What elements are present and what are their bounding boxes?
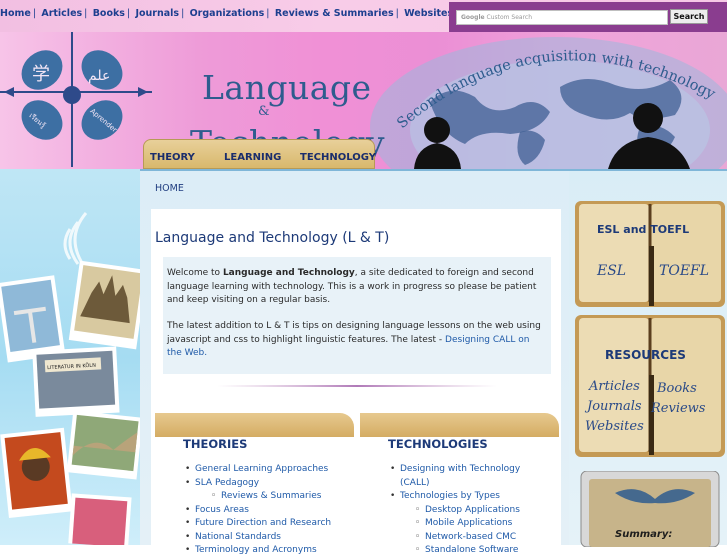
theories-list: General Learning Approaches SLA Pedagogy…	[185, 463, 331, 558]
list-item-standalone-software[interactable]: Standalone Software	[415, 544, 550, 558]
main-column: HOME Language and Technology (L & T) Wel…	[140, 169, 569, 557]
search-input[interactable]: Google Custom Search	[456, 10, 668, 25]
emblem-word-2: علم	[88, 68, 110, 84]
nav-separator: |	[181, 8, 185, 19]
technologies-title: TECHNOLOGIES	[388, 437, 488, 451]
list-item-reviews-summaries[interactable]: Reviews & Summaries	[211, 490, 331, 504]
content-area: Language and Technology (L & T) Welcome …	[151, 209, 561, 557]
emblem-word-1: 学	[32, 64, 50, 85]
technologies-panel-header	[360, 413, 559, 437]
nav-separator: |	[32, 8, 37, 19]
nav-separator: |	[126, 8, 131, 19]
list-item-future-direction[interactable]: Future Direction and Research	[185, 517, 331, 531]
nav-link-websites[interactable]: Websites	[404, 8, 453, 19]
articles-script: Articles	[589, 379, 640, 394]
list-item-desktop-applications[interactable]: Desktop Applications	[415, 504, 550, 518]
welcome-text: Welcome to	[167, 268, 223, 278]
journals-script: Journals	[587, 399, 642, 414]
page-title: Language and Technology (L & T)	[155, 230, 390, 246]
site-title-ampersand: &	[258, 104, 270, 119]
photo-literature-sign: LITERATUR IN KÖLN	[32, 346, 120, 417]
photo-christ-statue	[0, 275, 66, 363]
nav-link-articles[interactable]: Articles	[41, 8, 82, 19]
tab-theory[interactable]: THEORY	[150, 152, 195, 163]
right-sidebar: ESL and TOEFL ESL TOEFL RESOURCES Articl…	[569, 169, 727, 547]
nav-links: Home | Articles | Books | Journals | Organiz…	[0, 8, 453, 19]
photo-great-wall	[66, 410, 140, 480]
list-item-mobile-applications[interactable]: Mobile Applications	[415, 517, 550, 531]
nav-link-journals[interactable]: Journals	[135, 8, 179, 19]
list-item-network-based-cmc[interactable]: Network-based CMC	[415, 531, 550, 545]
nav-link-books[interactable]: Books	[93, 8, 125, 19]
photo-angkor-wat	[68, 260, 140, 350]
list-item-sla-pedagogy[interactable]: SLA Pedagogy	[185, 477, 331, 491]
resources-title: RESOURCES	[605, 348, 686, 362]
search-brand: Google	[461, 14, 485, 21]
websites-script: Websites	[585, 419, 644, 434]
banner-tab-bar: THEORY LEARNING TECHNOLOGY	[143, 139, 376, 169]
nav-link-organizations[interactable]: Organizations	[190, 8, 265, 19]
site-title-language: Language	[202, 68, 372, 107]
reviews-script: Reviews	[651, 401, 706, 416]
svg-text:Second language acquisition wi: Second language acquisition with technol…	[394, 48, 718, 132]
theories-panel: THEORIES General Learning Approaches SLA…	[155, 413, 354, 557]
welcome-box: Welcome to Language and Technology, a si…	[163, 257, 551, 374]
list-item-designing-with-technology[interactable]: Designing with Technology (CALL)	[390, 463, 550, 490]
theories-panel-header	[155, 413, 354, 437]
resources-book[interactable]: RESOURCES Articles Journals Websites Boo…	[575, 315, 725, 457]
divider	[217, 385, 497, 387]
books-script: Books	[657, 381, 697, 396]
search-button[interactable]: Search	[670, 9, 708, 24]
esl-script: ESL	[597, 263, 627, 279]
tagline-text: Second language acquisition with technol…	[394, 48, 718, 132]
welcome-site-name: Language and Technology	[222, 268, 355, 278]
toefl-script: TOEFL	[659, 263, 710, 279]
wifi-arcs-icon	[63, 212, 88, 270]
photo-african-woman	[0, 427, 73, 518]
technologies-panel: TECHNOLOGIES Designing with Technology (…	[360, 413, 559, 557]
search-placeholder: Custom Search	[486, 14, 533, 21]
list-item-technologies-by-types[interactable]: Technologies by Types	[390, 490, 550, 504]
summary-label: Summary:	[615, 529, 673, 540]
nav-link-reviews-summaries[interactable]: Reviews & Summaries	[275, 8, 394, 19]
technologies-list: Designing with Technology (CALL) Technol…	[390, 463, 550, 558]
nav-separator: |	[395, 8, 399, 19]
photo-collage: LITERATUR IN KÖLN	[0, 169, 140, 545]
tab-technology[interactable]: TECHNOLOGY	[300, 152, 376, 163]
emblem: 学 علم เรียนรู้ Aprender	[0, 32, 152, 167]
welcome-paragraph: Welcome to Language and Technology, a si…	[167, 267, 547, 308]
list-item-national-standards[interactable]: National Standards	[185, 531, 331, 545]
esl-toefl-book[interactable]: ESL and TOEFL ESL TOEFL	[575, 201, 725, 307]
nav-separator: |	[84, 8, 88, 19]
tab-learning[interactable]: LEARNING	[224, 152, 281, 163]
breadcrumb-home[interactable]: HOME	[155, 183, 184, 194]
list-item-focus-areas[interactable]: Focus Areas	[185, 504, 331, 518]
latest-addition-paragraph: The latest addition to L & T is tips on …	[167, 320, 547, 361]
list-item-general-learning-approaches[interactable]: General Learning Approaches	[185, 463, 331, 477]
list-item-terminology[interactable]: Terminology and Acronyms	[185, 544, 331, 558]
photo-dancer	[68, 493, 132, 545]
tagline-arc: Second language acquisition with technol…	[394, 48, 718, 132]
nav-separator: |	[266, 8, 270, 19]
esl-toefl-title: ESL and TOEFL	[597, 223, 690, 236]
nav-link-home[interactable]: Home	[0, 8, 31, 19]
theories-title: THEORIES	[183, 437, 248, 451]
